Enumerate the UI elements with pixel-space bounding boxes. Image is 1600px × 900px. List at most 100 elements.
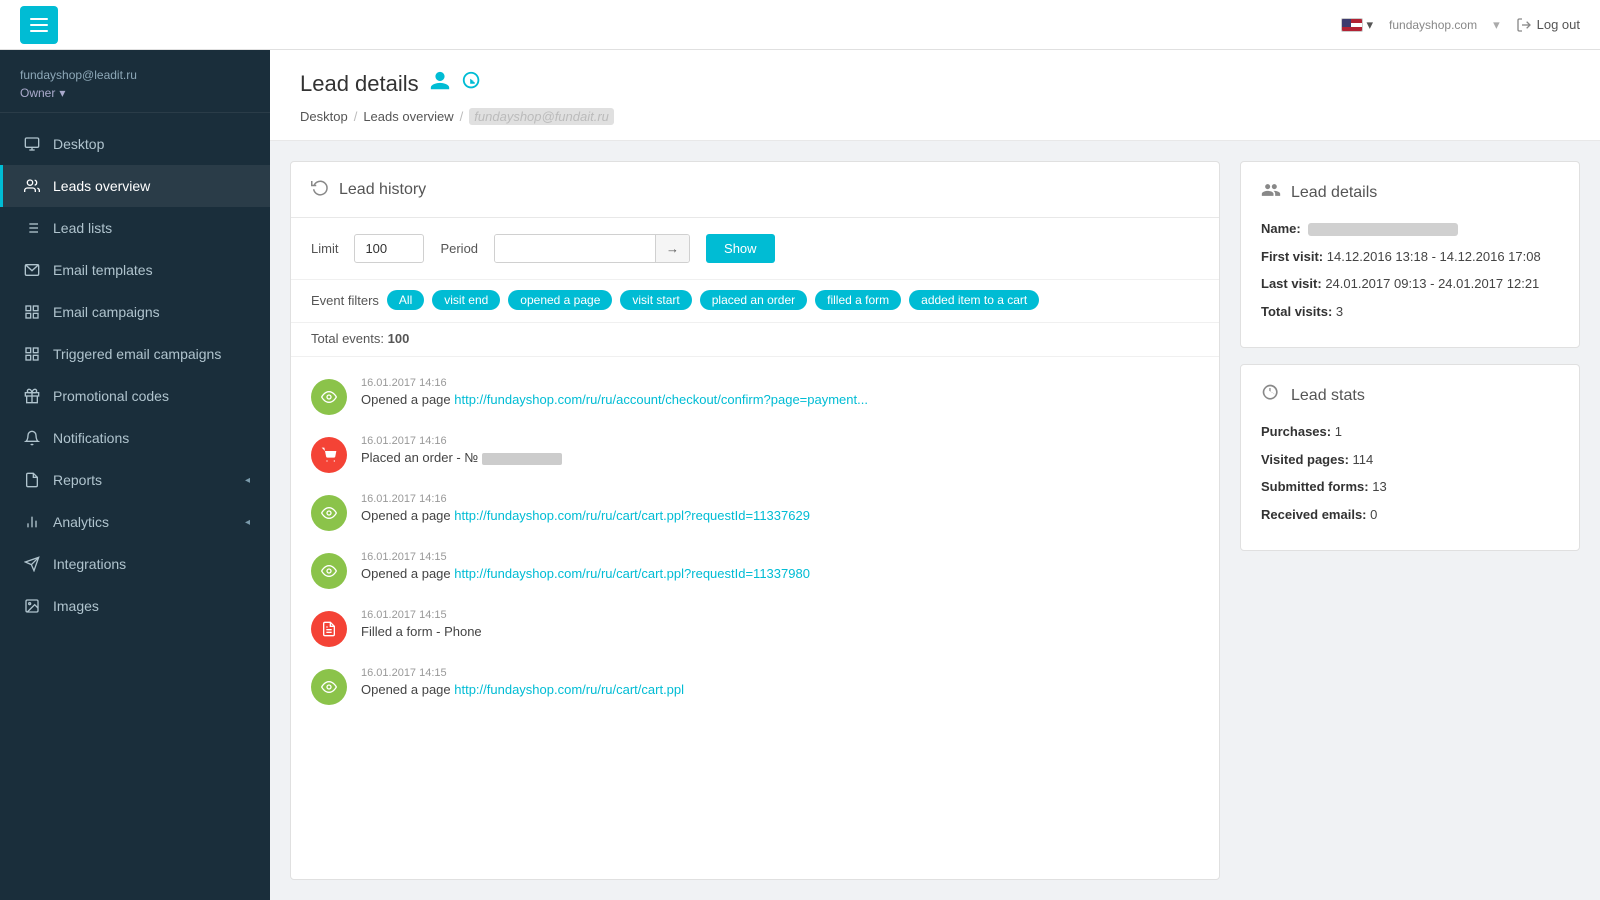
- visited-pages-row: Visited pages: 114: [1261, 450, 1559, 470]
- lead-history-title: Lead history: [339, 181, 426, 199]
- bar-chart-icon: [23, 513, 41, 531]
- sidebar-item-email-templates-label: Email templates: [53, 262, 250, 278]
- event-item: 16.01.2017 14:15 Opened a page http://fu…: [291, 541, 1219, 599]
- event-link[interactable]: http://fundayshop.com/ru/ru/cart/cart.pp…: [454, 508, 810, 523]
- lead-details-card-title: Lead details: [1291, 184, 1377, 202]
- filter-tag-visit-start[interactable]: visit start: [620, 290, 691, 310]
- list-icon: [23, 219, 41, 237]
- sidebar-item-triggered-email-campaigns[interactable]: Triggered email campaigns: [0, 333, 270, 375]
- sidebar-item-desktop[interactable]: Desktop: [0, 123, 270, 165]
- language-selector[interactable]: ▾: [1341, 17, 1374, 33]
- role-chevron: ▾: [59, 86, 65, 100]
- event-content: 16.01.2017 14:15 Opened a page http://fu…: [361, 551, 1199, 581]
- event-desc: Opened a page http://fundayshop.com/ru/r…: [361, 566, 1199, 581]
- event-link[interactable]: http://fundayshop.com/ru/ru/cart/cart.pp…: [454, 682, 684, 697]
- sidebar-item-reports[interactable]: Reports ◂: [0, 459, 270, 501]
- event-link[interactable]: http://fundayshop.com/ru/ru/cart/cart.pp…: [454, 566, 810, 581]
- page-title: Lead details: [300, 70, 1570, 98]
- sidebar-item-lead-lists-label: Lead lists: [53, 220, 250, 236]
- filter-tag-filled-form[interactable]: filled a form: [815, 290, 901, 310]
- event-time: 16.01.2017 14:15: [361, 667, 1199, 679]
- lead-name-blurred: [1308, 223, 1458, 236]
- sidebar-item-triggered-label: Triggered email campaigns: [53, 346, 250, 362]
- gift-icon: [23, 387, 41, 405]
- limit-label: Limit: [311, 241, 338, 256]
- sidebar-item-lead-lists[interactable]: Lead lists: [0, 207, 270, 249]
- send-icon: [23, 555, 41, 573]
- breadcrumb-current: fundayshop@fundait.ru: [469, 108, 614, 125]
- purchases-value: 1: [1335, 424, 1342, 439]
- filter-tag-all[interactable]: All: [387, 290, 424, 310]
- total-visits-value: 3: [1336, 304, 1343, 319]
- sidebar-item-leads-overview[interactable]: Leads overview: [0, 165, 270, 207]
- event-filters-label: Event filters: [311, 293, 379, 308]
- event-icon-eye: [311, 669, 347, 705]
- account-selector[interactable]: fundayshop.com: [1389, 18, 1477, 32]
- sidebar-item-notifications[interactable]: Notifications: [0, 417, 270, 459]
- flag-icon: [1341, 18, 1363, 32]
- envelope-icon: [23, 261, 41, 279]
- sidebar-email: fundayshop@leadit.ru: [20, 68, 250, 82]
- event-content: 16.01.2017 14:15 Opened a page http://fu…: [361, 667, 1199, 697]
- sidebar-role[interactable]: Owner ▾: [20, 86, 250, 100]
- lead-stats-card: Lead stats Purchases: 1 Visited pages: 1…: [1240, 364, 1580, 551]
- sidebar-item-integrations[interactable]: Integrations: [0, 543, 270, 585]
- lead-details-card-icon: [1261, 180, 1281, 205]
- event-desc: Filled a form - Phone: [361, 624, 1199, 639]
- lead-name-label: Name:: [1261, 221, 1301, 236]
- sidebar-item-notifications-label: Notifications: [53, 430, 250, 446]
- event-item: 16.01.2017 14:15 Filled a form - Phone: [291, 599, 1219, 657]
- filter-tag-added-cart[interactable]: added item to a cart: [909, 290, 1039, 310]
- filter-bar: Limit Period → Show: [291, 218, 1219, 280]
- breadcrumb-sep-1: /: [354, 109, 358, 124]
- event-link[interactable]: http://fundayshop.com/ru/ru/account/chec…: [454, 392, 868, 407]
- period-label: Period: [440, 241, 478, 256]
- received-emails-value: 0: [1370, 507, 1377, 522]
- language-chevron: ▾: [1367, 17, 1374, 33]
- sidebar-item-leads-overview-label: Leads overview: [53, 178, 250, 194]
- filter-tag-visit-end[interactable]: visit end: [432, 290, 500, 310]
- submitted-forms-row: Submitted forms: 13: [1261, 477, 1559, 497]
- lead-history-header: Lead history: [291, 162, 1219, 218]
- reports-chevron: ◂: [245, 475, 250, 486]
- period-arrow-button[interactable]: →: [655, 235, 689, 262]
- first-visit-value: 14.12.2016 13:18 - 14.12.2016 17:08: [1327, 249, 1541, 264]
- period-input[interactable]: [495, 235, 655, 262]
- sidebar-nav: Desktop Leads overview Lead lists Email …: [0, 113, 270, 900]
- submitted-forms-label: Submitted forms:: [1261, 479, 1369, 494]
- visited-pages-value: 114: [1353, 452, 1374, 467]
- lead-stats-card-header: Lead stats: [1261, 383, 1559, 408]
- total-events-label: Total events:: [311, 331, 384, 346]
- filter-tag-opened-page[interactable]: opened a page: [508, 290, 612, 310]
- submitted-forms-value: 13: [1372, 479, 1386, 494]
- breadcrumb-leads-overview[interactable]: Leads overview: [363, 109, 453, 124]
- triggered-grid-icon: [23, 345, 41, 363]
- sidebar-item-promotional-codes[interactable]: Promotional codes: [0, 375, 270, 417]
- main-content: Lead details Desktop / Leads overview / …: [270, 50, 1600, 900]
- events-list: 16.01.2017 14:16 Opened a page http://fu…: [291, 357, 1219, 879]
- event-content: 16.01.2017 14:15 Filled a form - Phone: [361, 609, 1199, 639]
- show-button[interactable]: Show: [706, 234, 775, 263]
- lead-stats-card-title: Lead stats: [1291, 387, 1365, 405]
- first-visit-row: First visit: 14.12.2016 13:18 - 14.12.20…: [1261, 247, 1559, 267]
- sidebar-item-analytics[interactable]: Analytics ◂: [0, 501, 270, 543]
- event-item: 16.01.2017 14:16 Opened a page http://fu…: [291, 367, 1219, 425]
- sidebar-item-images[interactable]: Images: [0, 585, 270, 627]
- grid-icon: [23, 303, 41, 321]
- total-events-value: 100: [388, 331, 410, 346]
- filter-tag-placed-order[interactable]: placed an order: [700, 290, 807, 310]
- sidebar-item-email-campaigns[interactable]: Email campaigns: [0, 291, 270, 333]
- layout: fundayshop@leadit.ru Owner ▾ Desktop Lea…: [0, 50, 1600, 900]
- breadcrumb-desktop[interactable]: Desktop: [300, 109, 348, 124]
- event-time: 16.01.2017 14:15: [361, 551, 1199, 563]
- first-visit-label: First visit:: [1261, 249, 1323, 264]
- sidebar-item-analytics-label: Analytics: [53, 514, 233, 530]
- event-content: 16.01.2017 14:16 Opened a page http://fu…: [361, 493, 1199, 523]
- sidebar-item-email-templates[interactable]: Email templates: [0, 249, 270, 291]
- limit-input[interactable]: [354, 234, 424, 263]
- logout-button[interactable]: Log out: [1516, 17, 1580, 33]
- last-visit-value: 24.01.2017 09:13 - 24.01.2017 12:21: [1325, 276, 1539, 291]
- blurred-order-number: [482, 453, 562, 465]
- event-content: 16.01.2017 14:16 Opened a page http://fu…: [361, 377, 1199, 407]
- hamburger-button[interactable]: [20, 6, 58, 44]
